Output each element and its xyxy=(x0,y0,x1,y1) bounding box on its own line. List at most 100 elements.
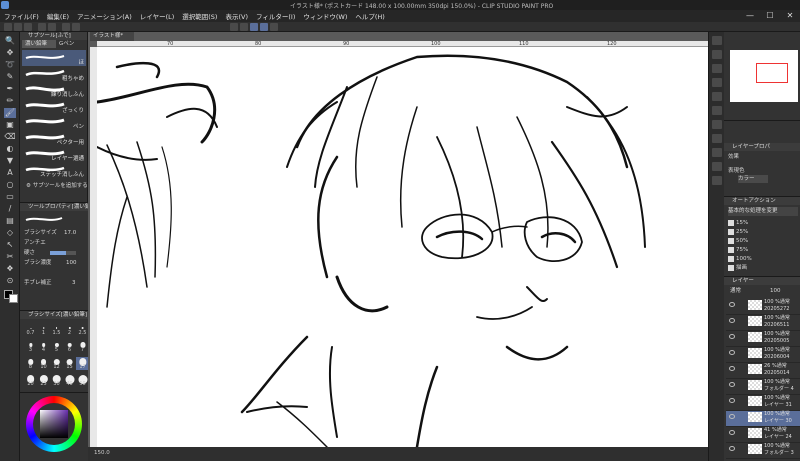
history-icon[interactable] xyxy=(712,92,722,101)
antialias-row[interactable]: アンチエ xyxy=(24,239,86,247)
eyedropper-icon[interactable]: ✎ xyxy=(4,72,16,82)
brush-item-5[interactable]: ペクター用 xyxy=(22,130,86,146)
brush-size-preset[interactable]: 1.5 xyxy=(50,323,63,336)
brush-size-preset[interactable]: 4 xyxy=(37,340,50,353)
document-tab[interactable]: イラスト様* xyxy=(90,32,134,41)
brush-item-2[interactable]: 練り消しふん xyxy=(22,82,86,98)
eye-icon[interactable] xyxy=(729,414,735,419)
brush-size-preset[interactable]: 8 xyxy=(24,357,37,370)
fill-tool-icon[interactable]: ▼ xyxy=(4,156,16,166)
brush-item-3[interactable]: ざっくり xyxy=(22,98,86,114)
layer-row[interactable]: 26 %通常 20205014 xyxy=(726,363,800,379)
transform-icon[interactable] xyxy=(72,23,80,31)
saturation-value-square[interactable] xyxy=(40,410,68,438)
auto-action-item[interactable]: 75% xyxy=(728,246,798,255)
brush-size-preset[interactable]: 5 xyxy=(50,340,63,353)
brush-size-preset[interactable]: 0.7 xyxy=(24,323,37,336)
text-tool-icon[interactable]: A xyxy=(4,168,16,178)
brush-item-7[interactable]: ステッチ消しふん xyxy=(22,162,86,178)
animation-icon[interactable] xyxy=(712,106,722,115)
eye-icon[interactable] xyxy=(729,350,735,355)
menu-layer[interactable]: レイヤー(L) xyxy=(136,11,179,21)
correction-row[interactable]: 手ブレ補正 3 xyxy=(24,279,86,287)
intermediate-color-icon[interactable] xyxy=(712,148,722,157)
eye-icon[interactable] xyxy=(729,382,735,387)
layer-row[interactable]: 100 %通常 レイヤー 31 xyxy=(726,395,800,411)
hardness-slider[interactable] xyxy=(50,251,76,255)
eye-icon[interactable] xyxy=(729,302,735,307)
subview-icon[interactable] xyxy=(712,50,722,59)
vector-icon[interactable]: ⊙ xyxy=(4,276,16,286)
brush-size-row[interactable]: ブラシサイズ 17.0 xyxy=(24,229,86,237)
brush-size-preset[interactable]: 20 xyxy=(24,374,37,387)
add-subtool-button[interactable]: ⚙ サブツールを追加する xyxy=(26,182,88,190)
brush-tool-icon[interactable]: 🖌 xyxy=(4,108,16,118)
ruler-icon[interactable] xyxy=(230,23,238,31)
clear-icon[interactable] xyxy=(62,23,70,31)
opacity-value[interactable]: 100 xyxy=(770,287,781,295)
maximize-button[interactable]: ☐ xyxy=(760,10,780,22)
density-row[interactable]: ブラシ濃度 100 xyxy=(24,259,86,267)
eye-icon[interactable] xyxy=(729,446,735,451)
brush-size-preset[interactable]: 15 xyxy=(63,357,76,370)
balloon-tool-icon[interactable]: ○ xyxy=(4,180,16,190)
eye-icon[interactable] xyxy=(729,318,735,323)
approximate-color-icon[interactable] xyxy=(712,162,722,171)
brush-size-preset[interactable]: 30 xyxy=(50,374,63,387)
color-mode-select[interactable]: カラー xyxy=(738,175,768,183)
lasso-tool-icon[interactable]: ➰ xyxy=(4,60,16,70)
brush-size-preset[interactable]: 6 xyxy=(63,340,76,353)
pen-tool-icon[interactable]: ✒ xyxy=(4,84,16,94)
new-file-icon[interactable] xyxy=(4,23,12,31)
navigator-icon[interactable] xyxy=(712,36,722,45)
save-icon[interactable] xyxy=(24,23,32,31)
correction-icon[interactable]: ✂ xyxy=(4,252,16,262)
layer-row[interactable]: 41 %通常 レイヤー 24 xyxy=(726,427,800,443)
layer-row[interactable]: 100 %通常 フォルダー 4 xyxy=(726,379,800,395)
figure-icon[interactable]: ◇ xyxy=(4,228,16,238)
item-bank-icon[interactable] xyxy=(712,176,722,185)
hardness-row[interactable]: 硬さ xyxy=(24,249,86,257)
close-button[interactable]: ✕ xyxy=(780,10,800,22)
layer-row[interactable]: 100 %通常 20205272 xyxy=(726,299,800,315)
material-icon[interactable] xyxy=(712,64,722,73)
zoom-tool-icon[interactable]: 🔍 xyxy=(4,36,16,46)
layer-row[interactable]: 100 %通常 フォルダー 3 xyxy=(726,443,800,459)
color-set-icon[interactable] xyxy=(712,134,722,143)
blend-tool-icon[interactable]: ◐ xyxy=(4,144,16,154)
brush-item-4[interactable]: ペン xyxy=(22,114,86,130)
open-file-icon[interactable] xyxy=(14,23,22,31)
layer-row[interactable]: 100 %通常 20206511 xyxy=(726,315,800,331)
brush-size-preset[interactable]: 10 xyxy=(37,357,50,370)
menu-window[interactable]: ウィンドウ(W) xyxy=(299,11,351,21)
brush-item-6[interactable]: レイヤー選通 xyxy=(22,146,86,162)
sub-color-swatch[interactable] xyxy=(9,294,18,303)
auto-action-item[interactable]: 15% xyxy=(728,219,798,228)
layer-row[interactable]: 100 %通常 レイヤー 30 xyxy=(726,411,800,427)
decoration-icon[interactable]: ❖ xyxy=(4,264,16,274)
redo-icon[interactable] xyxy=(48,23,56,31)
auto-action-item[interactable]: 50% xyxy=(728,237,798,246)
minimize-button[interactable]: — xyxy=(740,10,760,22)
ruler-tool-icon[interactable]: / xyxy=(4,204,16,214)
navigator-view-frame[interactable] xyxy=(756,63,788,83)
airbrush-icon[interactable]: ▣ xyxy=(4,120,16,130)
blend-mode-row[interactable]: 通常 100 xyxy=(730,287,792,295)
menu-animation[interactable]: アニメーション(A) xyxy=(73,11,136,21)
eye-icon[interactable] xyxy=(729,366,735,371)
menu-edit[interactable]: 編集(E) xyxy=(43,11,73,21)
brush-size-preset[interactable]: 2 xyxy=(63,323,76,336)
undo-icon[interactable] xyxy=(38,23,46,31)
pencil-tool-icon[interactable]: ✏ xyxy=(4,96,16,106)
snap-icon[interactable] xyxy=(240,23,248,31)
settings-icon[interactable] xyxy=(270,23,278,31)
brush-item-1[interactable]: 粗ちゃめ xyxy=(22,66,86,82)
brush-item-0[interactable]: ほ xyxy=(22,50,86,66)
eye-icon[interactable] xyxy=(729,430,735,435)
tab-g-pen[interactable]: Gペン xyxy=(56,40,86,48)
snap-active-icon[interactable] xyxy=(250,23,258,31)
auto-action-set-select[interactable]: 基本的な処理を変更 xyxy=(728,207,798,216)
menu-view[interactable]: 表示(V) xyxy=(221,11,252,21)
layer-row[interactable]: 100 %通常 20205005 xyxy=(726,331,800,347)
eye-icon[interactable] xyxy=(729,398,735,403)
